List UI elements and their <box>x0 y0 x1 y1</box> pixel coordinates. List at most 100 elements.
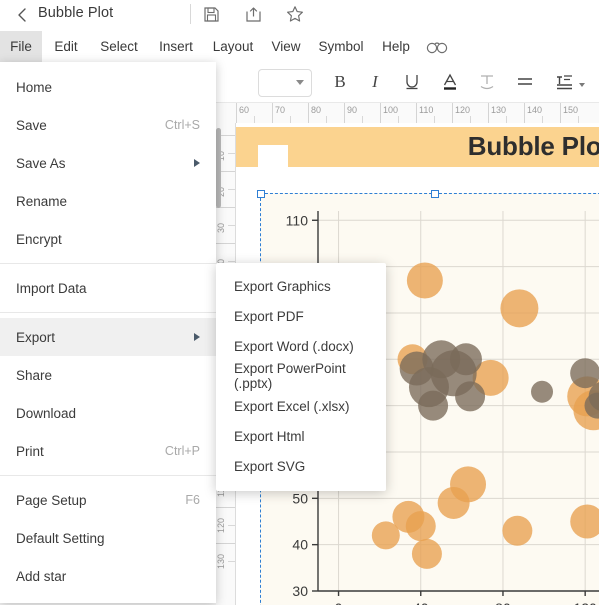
line-spacing-button[interactable] <box>548 62 590 102</box>
file-menu-item-label: Share <box>16 367 53 383</box>
submenu-arrow-icon <box>194 333 200 341</box>
ruler-label: 140 <box>527 105 543 115</box>
file-menu-item-label: Import Data <box>16 280 87 296</box>
ruler-tick <box>215 243 235 244</box>
file-menu-item-page-setup[interactable]: Page Setup F6 <box>0 481 216 519</box>
file-menu-item-save-as[interactable]: Save As <box>0 144 216 182</box>
file-menu-item-default-setting[interactable]: Default Setting <box>0 519 216 557</box>
save-icon[interactable] <box>200 3 222 25</box>
file-menu-dropdown[interactable]: Home Save Ctrl+S Save As Rename Encrypt Import… <box>0 62 216 603</box>
export-item-export-excel-xlsx[interactable]: Export Excel (.xlsx) <box>216 391 386 421</box>
export-item-label: Export Graphics <box>234 278 331 294</box>
export-item-export-pdf[interactable]: Export PDF <box>216 301 386 331</box>
file-menu-item-download[interactable]: Download <box>0 394 216 432</box>
ruler-minor-tick <box>254 116 255 123</box>
menu-symbol[interactable]: Symbol <box>310 31 372 62</box>
ruler-tick <box>272 103 273 123</box>
ruler-tick <box>215 543 235 544</box>
glasses-icon[interactable] <box>420 31 454 62</box>
ruler-tick <box>308 103 309 123</box>
file-menu-item-label: Add star <box>16 568 67 584</box>
export-submenu[interactable]: Export Graphics Export PDF Export Word (.d… <box>216 263 386 491</box>
file-menu-item-home[interactable]: Home <box>0 68 216 106</box>
file-menu-item-rename[interactable]: Rename <box>0 182 216 220</box>
menu-separator <box>0 312 216 313</box>
document-title[interactable]: Bubble Plot <box>38 5 113 21</box>
text-effect-button[interactable] <box>472 62 502 102</box>
ruler-minor-tick <box>470 116 471 123</box>
ruler-tick <box>452 103 453 123</box>
file-menu-item-shortcut: Ctrl+P <box>164 444 200 458</box>
font-size-select[interactable] <box>258 69 312 97</box>
file-menu-item-encrypt[interactable]: Encrypt <box>0 220 216 258</box>
export-item-export-svg[interactable]: Export SVG <box>216 451 386 481</box>
file-menu-item-share[interactable]: Share <box>0 356 216 394</box>
menu-help[interactable]: Help <box>372 31 420 62</box>
file-menu-item-label: Default Setting <box>16 530 105 546</box>
ruler-label: 90 <box>347 105 358 115</box>
export-item-label: Export Html <box>234 428 305 444</box>
bold-button[interactable]: B <box>325 62 355 102</box>
export-item-label: Export Word (.docx) <box>234 338 354 354</box>
chevron-down-icon <box>578 82 585 87</box>
file-menu-item-export[interactable]: Export <box>0 318 216 356</box>
menu-file[interactable]: File <box>0 31 42 62</box>
ruler-minor-tick <box>290 116 291 123</box>
file-menu-item-print[interactable]: Print Ctrl+P <box>0 432 216 470</box>
menu-view[interactable]: View <box>262 31 310 62</box>
ruler-label: 80 <box>311 105 322 115</box>
ruler-minor-tick <box>398 116 399 123</box>
menu-separator <box>0 475 216 476</box>
ruler-tick <box>488 103 489 123</box>
ruler-label: 110 <box>419 105 434 115</box>
slide-title[interactable]: Bubble Plot <box>468 131 599 162</box>
vertical-scrollbar[interactable] <box>216 128 221 208</box>
export-item-export-html[interactable]: Export Html <box>216 421 386 451</box>
ruler-minor-tick <box>228 225 235 226</box>
ruler-label: 70 <box>275 105 286 115</box>
menu-layout[interactable]: Layout <box>204 31 262 62</box>
ruler-minor-tick <box>506 116 507 123</box>
ruler-tick <box>236 103 237 123</box>
ruler-minor-tick <box>228 189 235 190</box>
file-menu-item-label: Page Setup <box>16 492 87 508</box>
file-menu-item-add-star[interactable]: Add star <box>0 557 216 595</box>
file-menu-item-label: Print <box>16 443 44 459</box>
ruler-label: 100 <box>383 105 399 115</box>
star-icon[interactable] <box>284 3 306 25</box>
back-chevron-icon[interactable] <box>11 4 33 26</box>
export-item-export-word-docx[interactable]: Export Word (.docx) <box>216 331 386 361</box>
app-root: Bubble Plot File Edit Select Insert Layout Vi… <box>0 0 599 605</box>
ruler-minor-tick <box>228 153 235 154</box>
export-item-export-graphics[interactable]: Export Graphics <box>216 271 386 301</box>
menu-select[interactable]: Select <box>90 31 148 62</box>
file-menu-item-label: Save <box>16 117 47 133</box>
ruler-minor-tick <box>578 116 579 123</box>
file-menu-item-import-data[interactable]: Import Data <box>0 269 216 307</box>
ruler-minor-tick <box>228 561 235 562</box>
underline-button[interactable] <box>397 62 427 102</box>
file-menu-item-label: Export <box>16 329 56 345</box>
resize-handle-n[interactable] <box>431 190 439 198</box>
ruler-minor-tick <box>434 116 435 123</box>
ruler-tick <box>215 507 235 508</box>
menubar: File Edit Select Insert Layout View Symbol Help <box>0 31 599 93</box>
export-item-label: Export SVG <box>234 458 306 474</box>
ruler-label: 130 <box>491 105 507 115</box>
align-button[interactable] <box>510 62 540 102</box>
share-icon[interactable] <box>242 3 264 25</box>
title-band-notch <box>258 145 288 167</box>
menu-edit[interactable]: Edit <box>42 31 90 62</box>
italic-button[interactable]: I <box>360 62 390 102</box>
export-item-export-powerpoint-pptx[interactable]: Export PowerPoint (.pptx) <box>216 361 386 391</box>
resize-handle-nw[interactable] <box>257 190 265 198</box>
font-color-button[interactable] <box>435 62 465 102</box>
horizontal-ruler[interactable]: 60 70 80 90 100 110 120 130 140 150 <box>215 103 599 124</box>
file-menu-item-save[interactable]: Save Ctrl+S <box>0 106 216 144</box>
chevron-down-icon <box>296 80 304 85</box>
file-menu-item-shortcut: F6 <box>185 493 200 507</box>
ruler-label: 30 <box>216 222 226 233</box>
export-item-label: Export Excel (.xlsx) <box>234 398 350 414</box>
file-menu-item-label: Encrypt <box>16 231 62 247</box>
menu-insert[interactable]: Insert <box>148 31 204 62</box>
